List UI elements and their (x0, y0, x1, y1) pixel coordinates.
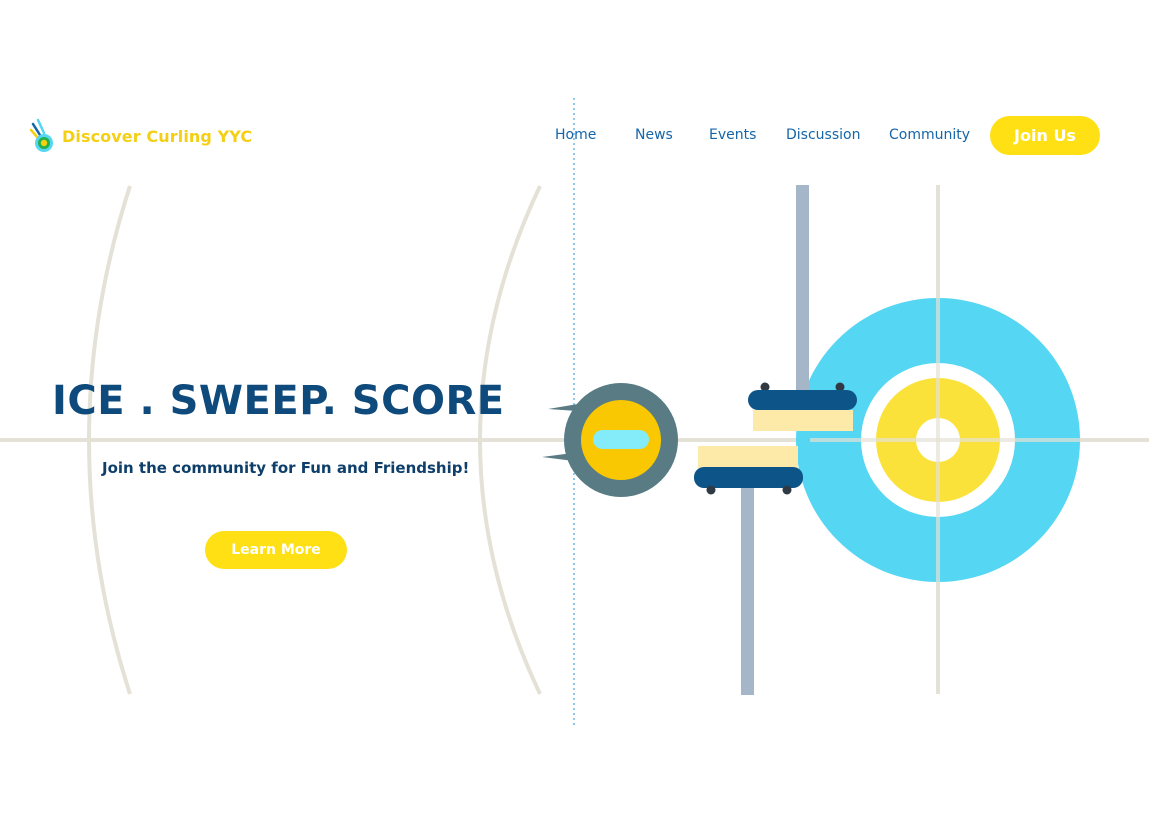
curling-stone-logo-icon (29, 118, 53, 152)
top-broom-handle (796, 185, 809, 397)
learn-more-button[interactable]: Learn More (205, 531, 347, 569)
join-us-button[interactable]: Join Us (990, 116, 1100, 155)
bottom-broom-handle (741, 486, 754, 695)
nav-community[interactable]: Community (889, 127, 970, 143)
nav-discussion[interactable]: Discussion (786, 127, 860, 143)
nav-events[interactable]: Events (709, 127, 756, 143)
brand-name: Discover Curling YYC (62, 126, 253, 146)
bottom-broom-head (694, 446, 803, 495)
hero-tagline: Join the community for Fun and Friendshi… (102, 459, 470, 477)
house-target (796, 298, 1080, 582)
hero-headline: ICE . SWEEP. SCORE (52, 378, 505, 424)
nav-news[interactable]: News (635, 127, 673, 143)
brand-logo[interactable]: Discover Curling YYC (28, 118, 252, 154)
nav-home[interactable]: Home (555, 127, 596, 143)
